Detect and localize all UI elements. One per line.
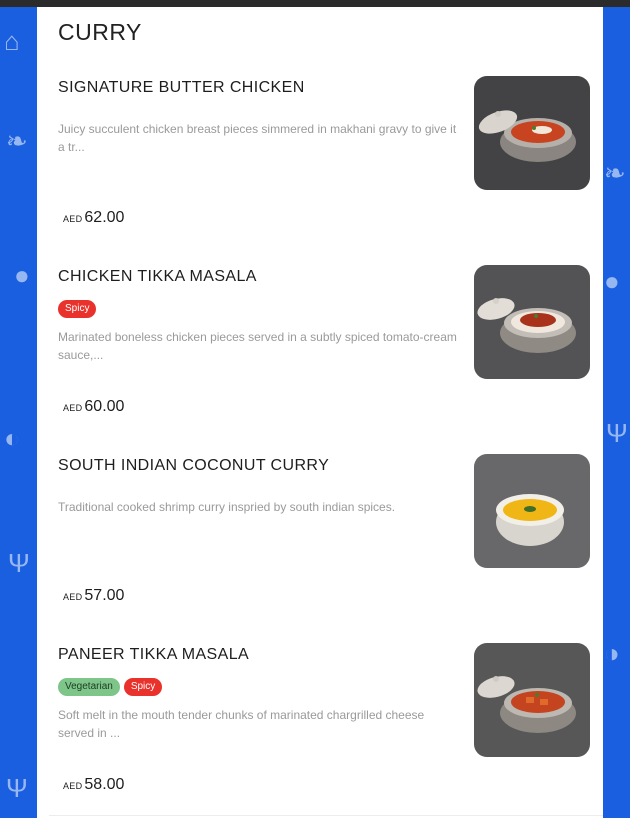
- fork-icon: Ψ: [606, 418, 628, 448]
- item-name: SOUTH INDIAN COCONUT CURRY: [58, 457, 330, 474]
- item-badges: Vegetarian Spicy: [58, 678, 163, 696]
- fork-icon: Ψ: [6, 773, 28, 803]
- menu-item[interactable]: SIGNATURE BUTTER CHICKEN Juicy succulent…: [49, 59, 603, 249]
- coconut-curry-dish-photo[interactable]: [474, 454, 590, 568]
- section-title: CURRY: [58, 19, 142, 45]
- item-name: SIGNATURE BUTTER CHICKEN: [58, 79, 305, 96]
- fork-icon: ⌂: [4, 26, 20, 56]
- price-value: 60.00: [84, 398, 125, 415]
- menu-item[interactable]: PANEER TIKKA MASALA Vegetarian Spicy Sof…: [49, 626, 603, 816]
- window-top-bar: [0, 0, 630, 7]
- item-price: AED 58.00: [63, 776, 124, 794]
- bowl-icon: ◐: [4, 423, 20, 453]
- price-value: 57.00: [84, 587, 125, 604]
- apple-icon: ●: [604, 266, 620, 296]
- menu-panel: CURRY SIGNATURE BUTTER CHICKEN Juicy suc…: [37, 7, 603, 818]
- price-currency: AED: [63, 781, 83, 791]
- spicy-badge: Spicy: [58, 300, 97, 318]
- item-description: Traditional cooked shrimp curry inspried…: [58, 500, 396, 514]
- price-currency: AED: [63, 592, 83, 602]
- paneer-dish-photo[interactable]: [474, 643, 590, 757]
- spicy-badge: Spicy: [123, 678, 163, 696]
- tikka-masala-dish-photo[interactable]: [474, 265, 590, 379]
- menu-item[interactable]: CHICKEN TIKKA MASALA Spicy Marinated bon…: [49, 248, 603, 438]
- item-description: Marinated boneless chicken pieces served…: [58, 330, 457, 362]
- price-value: 62.00: [84, 209, 125, 226]
- item-badges: Spicy: [58, 300, 97, 318]
- butter-chicken-dish-photo[interactable]: [474, 76, 590, 190]
- price-currency: AED: [63, 403, 83, 413]
- item-price: AED 62.00: [63, 209, 124, 227]
- item-description: Juicy succulent chicken breast pieces si…: [58, 122, 457, 154]
- item-name: PANEER TIKKA MASALA: [58, 646, 250, 663]
- price-currency: AED: [63, 214, 83, 224]
- leaf-icon: ❧: [604, 158, 626, 188]
- apple-icon: ●: [14, 260, 30, 290]
- item-name: CHICKEN TIKKA MASALA: [58, 268, 257, 285]
- menu-item[interactable]: SOUTH INDIAN COCONUT CURRY Traditional c…: [49, 437, 603, 627]
- item-description: Soft melt in the mouth tender chunks of …: [58, 708, 425, 740]
- bowl-icon: ◑: [604, 638, 620, 668]
- item-price: AED 60.00: [63, 398, 124, 416]
- item-price: AED 57.00: [63, 587, 124, 605]
- price-value: 58.00: [84, 776, 125, 793]
- vegetarian-badge: Vegetarian: [58, 678, 120, 696]
- fork-icon: Ψ: [8, 548, 30, 578]
- leaf-icon: ❧: [6, 126, 28, 156]
